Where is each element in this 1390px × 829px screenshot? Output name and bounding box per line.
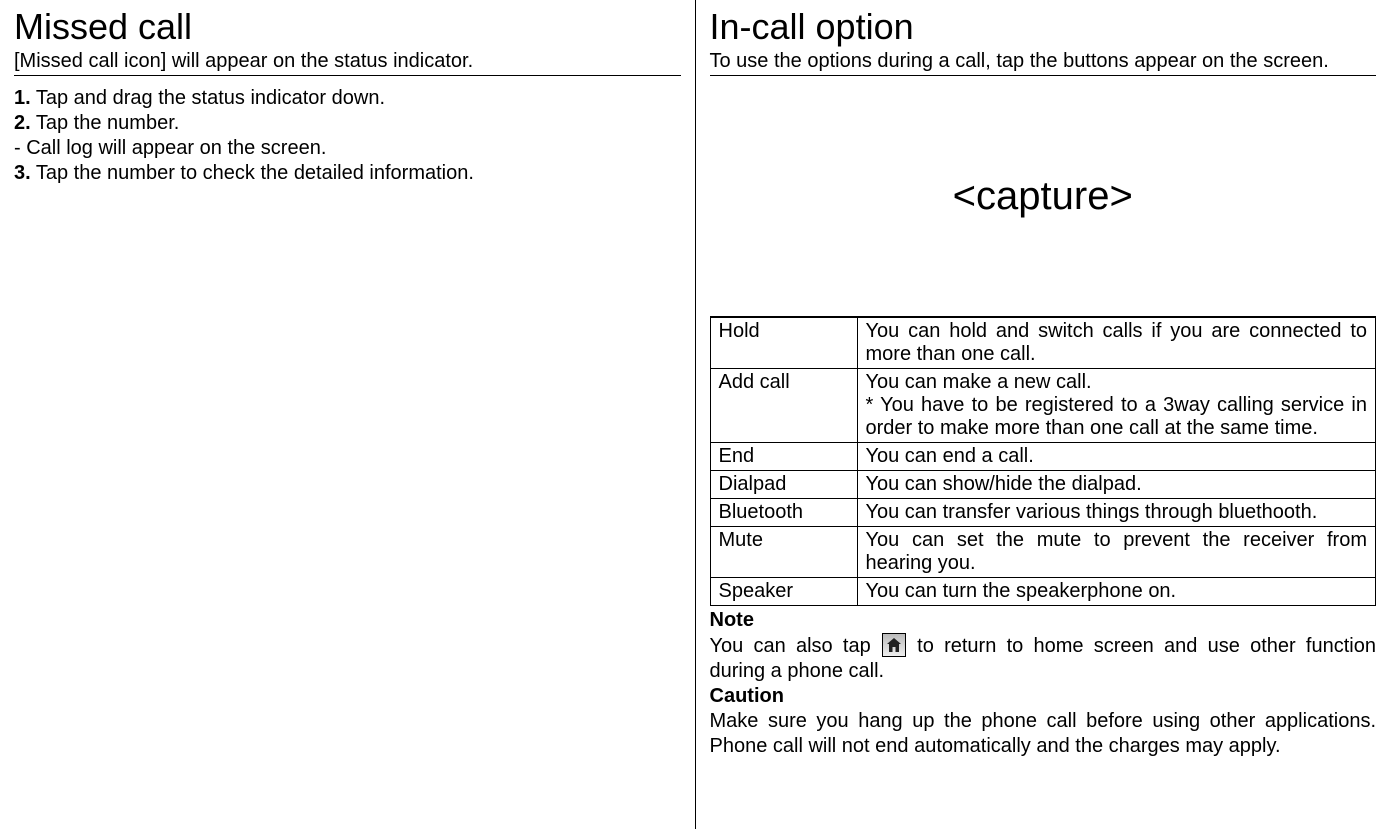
option-desc: You can make a new call. * You have to b… bbox=[857, 369, 1376, 443]
right-column: In-call option To use the options during… bbox=[696, 0, 1390, 829]
capture-label: <capture> bbox=[953, 174, 1133, 219]
step-1-text: Tap and drag the status indicator down. bbox=[31, 87, 385, 109]
table-row: Add call You can make a new call. * You … bbox=[710, 369, 1376, 443]
step-3: 3. Tap the number to check the detailed … bbox=[14, 161, 681, 186]
option-desc: You can turn the speakerphone on. bbox=[857, 578, 1376, 606]
option-desc: You can set the mute to prevent the rece… bbox=[857, 527, 1376, 578]
capture-placeholder: <capture> bbox=[710, 76, 1377, 317]
option-desc: You can transfer various things through … bbox=[857, 499, 1376, 527]
right-title: In-call option bbox=[710, 6, 1377, 48]
left-subdesc: [Missed call icon] will appear on the st… bbox=[14, 50, 681, 76]
step-2-sub: - Call log will appear on the screen. bbox=[14, 136, 681, 161]
option-label: Add call bbox=[710, 369, 857, 443]
step-1-num: 1. bbox=[14, 87, 31, 109]
document-page: Missed call [Missed call icon] will appe… bbox=[0, 0, 1390, 829]
left-column: Missed call [Missed call icon] will appe… bbox=[0, 0, 695, 829]
step-1: 1. Tap and drag the status indicator dow… bbox=[14, 86, 681, 111]
table-row: Mute You can set the mute to prevent the… bbox=[710, 527, 1376, 578]
note-block: Note You can also tap to return to home … bbox=[710, 608, 1377, 759]
step-2-num: 2. bbox=[14, 112, 31, 134]
option-label: Bluetooth bbox=[710, 499, 857, 527]
note-text: You can also tap to return to home scree… bbox=[710, 633, 1377, 684]
caution-label: Caution bbox=[710, 684, 1377, 709]
home-icon bbox=[882, 633, 906, 657]
table-row: Bluetooth You can transfer various thing… bbox=[710, 499, 1376, 527]
right-subdesc: To use the options during a call, tap th… bbox=[710, 50, 1377, 76]
option-label: Hold bbox=[710, 318, 857, 369]
caution-text: Make sure you hang up the phone call bef… bbox=[710, 709, 1377, 759]
note-text-a: You can also tap bbox=[710, 635, 881, 657]
table-row: End You can end a call. bbox=[710, 443, 1376, 471]
step-3-num: 3. bbox=[14, 162, 31, 184]
table-row: Hold You can hold and switch calls if yo… bbox=[710, 318, 1376, 369]
left-steps: 1. Tap and drag the status indicator dow… bbox=[14, 86, 681, 186]
step-2: 2. Tap the number. bbox=[14, 111, 681, 136]
option-label: Mute bbox=[710, 527, 857, 578]
option-label: Dialpad bbox=[710, 471, 857, 499]
option-label: Speaker bbox=[710, 578, 857, 606]
table-row: Dialpad You can show/hide the dialpad. bbox=[710, 471, 1376, 499]
step-2-text: Tap the number. bbox=[31, 112, 180, 134]
table-row: Speaker You can turn the speakerphone on… bbox=[710, 578, 1376, 606]
note-label: Note bbox=[710, 608, 1377, 633]
option-label: End bbox=[710, 443, 857, 471]
option-desc: You can hold and switch calls if you are… bbox=[857, 318, 1376, 369]
options-table: Hold You can hold and switch calls if yo… bbox=[710, 317, 1377, 606]
left-title: Missed call bbox=[14, 6, 681, 48]
option-desc: You can end a call. bbox=[857, 443, 1376, 471]
option-desc: You can show/hide the dialpad. bbox=[857, 471, 1376, 499]
step-3-text: Tap the number to check the detailed inf… bbox=[31, 162, 474, 184]
